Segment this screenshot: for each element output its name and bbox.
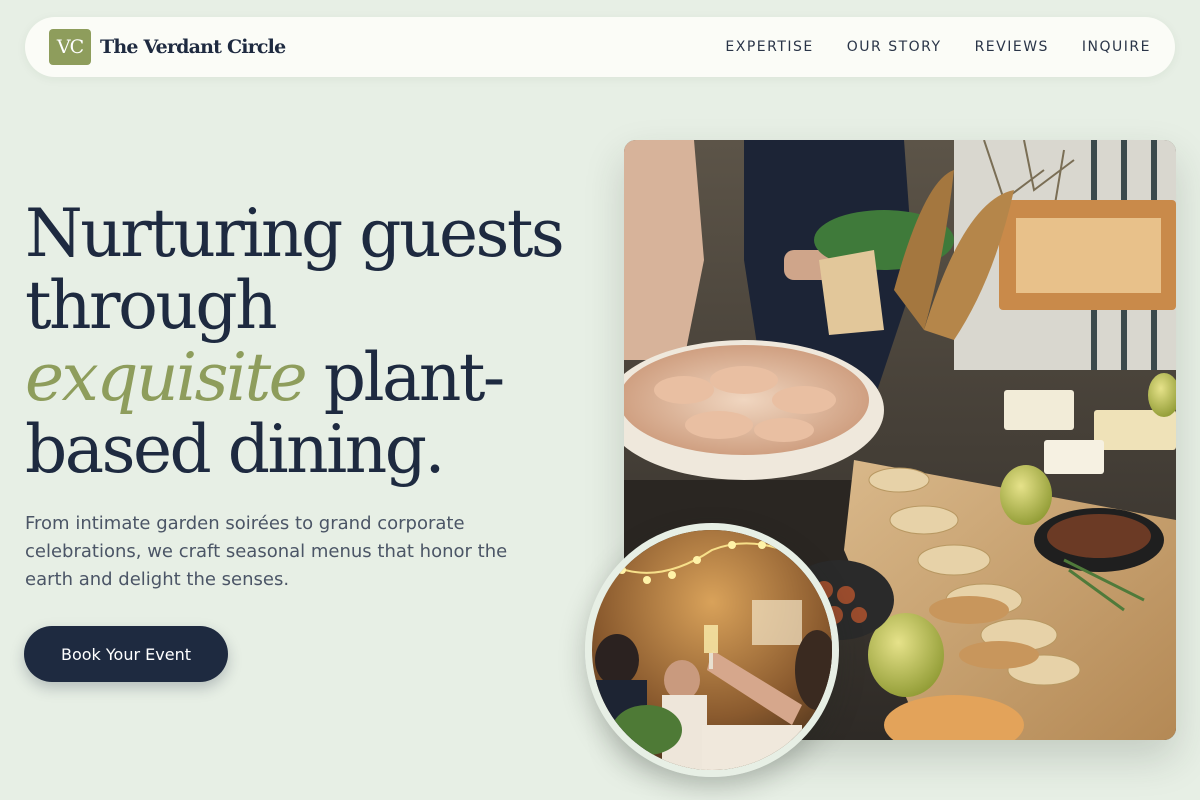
guests-toast-photo: [585, 523, 839, 777]
hero-title-line-3: plant-: [305, 339, 506, 416]
hero-subtitle: From intimate garden soirées to grand co…: [25, 513, 508, 590]
nav-link-our-story[interactable]: OUR STORY: [847, 39, 942, 55]
hero-title: Nurturing guests through exquisite plant…: [25, 198, 595, 486]
nav-link-reviews[interactable]: REVIEWS: [975, 39, 1049, 55]
main-nav: EXPERTISE OUR STORY REVIEWS INQUIRE: [725, 39, 1151, 55]
hero-title-line-4: based dining.: [25, 411, 445, 488]
nav-link-expertise[interactable]: EXPERTISE: [725, 39, 813, 55]
brand-name: The Verdant Circle: [100, 36, 286, 58]
hero-title-accent: exquisite: [25, 339, 308, 416]
logo-mark: VC: [49, 29, 91, 65]
book-event-button[interactable]: Book Your Event: [24, 626, 228, 682]
site-header: VC The Verdant Circle EXPERTISE OUR STOR…: [25, 17, 1175, 77]
hero-title-line-1: Nurturing guests: [25, 195, 565, 272]
nav-link-inquire[interactable]: INQUIRE: [1082, 39, 1151, 55]
hero-title-line-2: through: [25, 267, 278, 344]
brand[interactable]: VC The Verdant Circle: [49, 29, 286, 65]
